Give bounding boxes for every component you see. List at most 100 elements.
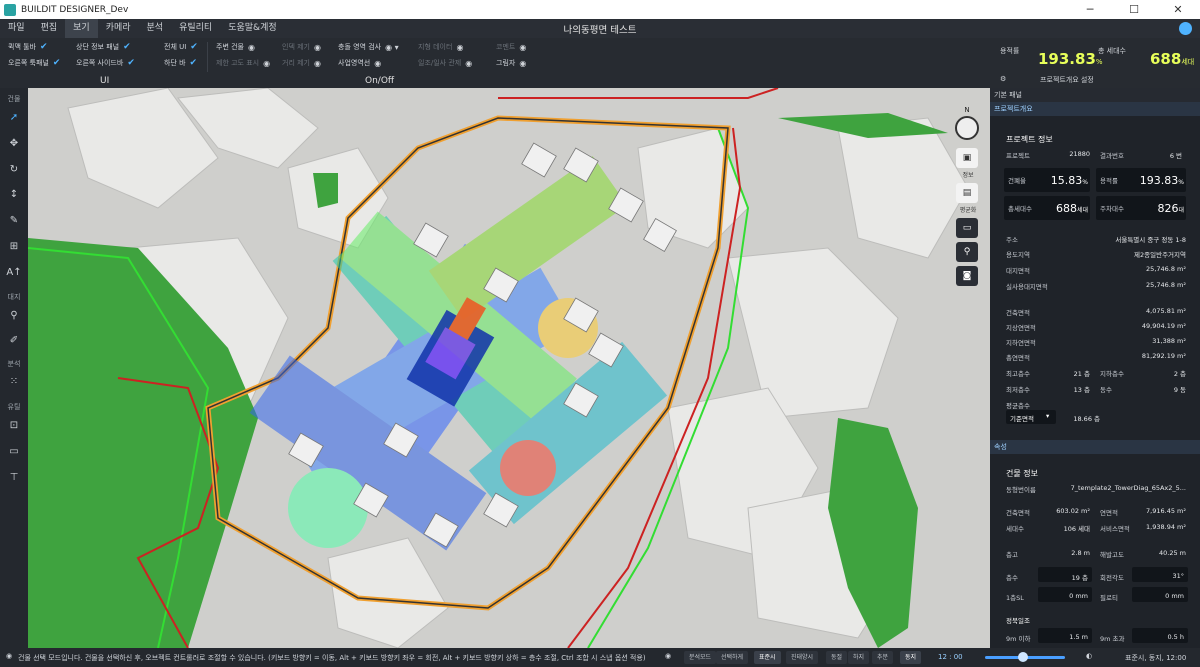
time-slider-handle[interactable] — [1018, 652, 1028, 662]
far-number: 193.83 — [1038, 50, 1096, 68]
toggle-all-ui[interactable]: 전체 UI ✔ — [164, 42, 198, 52]
units-label-panel: 총세대수 — [1008, 205, 1032, 213]
elevation-value: 40.25 m — [1158, 549, 1186, 557]
rotate-icon[interactable]: ↻ — [0, 164, 28, 175]
draw-icon[interactable]: ✎ — [0, 215, 28, 226]
view-tool-label: 정보 — [962, 172, 974, 179]
far-value-panel: 193.83% — [1120, 174, 1184, 187]
brush-icon[interactable]: ✐ — [0, 335, 28, 346]
floor-height-value: 2.8 m — [1071, 549, 1090, 557]
toggle-quick-toolbar[interactable]: 퀵맥 툴바 ✔ — [8, 42, 48, 52]
title-bar: BUILDIT DESIGNER_Dev ─ ☐ ✕ — [0, 0, 1200, 19]
grid-icon[interactable]: ⊡ — [0, 420, 28, 431]
attributes-tab[interactable]: 속성 — [990, 440, 1200, 454]
setback2-label: 9m 초과 — [1100, 635, 1125, 643]
eye-icon[interactable]: ◉ — [665, 652, 671, 660]
basic-panel-label: 기본 패널 — [994, 91, 1022, 99]
camera-view-icon[interactable]: ▣ — [956, 148, 978, 168]
toggle-collision-check[interactable]: 충돌 영역 검사 ◉ ▾ — [338, 42, 399, 52]
avg-floors-label: 평균층수 — [1006, 402, 1030, 410]
autumn-button[interactable]: 추분 — [872, 651, 894, 664]
check-icon: ✔ — [40, 42, 48, 52]
toggle-height-limit[interactable]: 제한 고도 표시 ◉ — [216, 58, 270, 68]
toggle-right-panel[interactable]: 오른쪽 툭패널 ✔ — [8, 58, 60, 68]
compass-icon — [955, 116, 979, 140]
check-icon: ✔ — [189, 58, 198, 68]
winter-solstice-button[interactable]: 동지 — [900, 651, 922, 664]
toggle-comment[interactable]: 코멘트 ◉ — [496, 42, 526, 52]
toggle-right-sidebar[interactable]: 오른쪽 사이드바 ✔ — [76, 58, 135, 68]
compass[interactable]: N — [952, 106, 982, 146]
menu-edit[interactable]: 편집 — [33, 19, 66, 38]
piloti-label: 필로티 — [1100, 594, 1118, 602]
toggle-surrounding-buildings[interactable]: 주변 건물 ◉ — [216, 42, 255, 52]
analysis-mode-button[interactable]: 분석모드 — [684, 651, 717, 664]
toggle-label: 오른쪽 사이드바 — [76, 59, 124, 67]
capture-icon[interactable]: ◙ — [956, 266, 978, 286]
solar-time-button[interactable]: 진태양시 — [786, 651, 819, 664]
toggle-distance[interactable]: 거리 제기 ◉ — [282, 58, 321, 68]
height-icon[interactable]: ↕ — [0, 189, 28, 200]
close-icon[interactable]: ✕ — [1156, 0, 1200, 19]
location-icon[interactable]: ⚲ — [956, 242, 978, 262]
toggle-sunlight[interactable]: 일조/일사 관제 ◉ — [418, 58, 472, 68]
ba-label: 건축면적 — [1006, 509, 1030, 517]
group-label-onoff: On/Off — [365, 76, 395, 86]
measure-icon[interactable]: ▭ — [0, 446, 28, 457]
save-icon[interactable]: ▤ — [956, 183, 978, 203]
menu-file[interactable]: 파일 — [0, 19, 33, 38]
zone-label: 용도지역 — [1006, 251, 1030, 259]
minimize-icon[interactable]: ─ — [1068, 0, 1112, 19]
site-area-label: 대지면적 — [1006, 267, 1030, 275]
ba-value: 603.02 m² — [1056, 507, 1090, 515]
text-icon[interactable]: A↑ — [0, 267, 28, 278]
project-value: 21880 — [1069, 150, 1090, 158]
analysis-icon[interactable]: ⁙ — [0, 376, 28, 387]
toggle-index[interactable]: 인덱 제기 ◉ — [282, 42, 321, 52]
map-viewport[interactable]: N ▣ 정보 ▤ 평균화 ▭ ⚲ ◙ — [28, 88, 990, 648]
standard-time-button[interactable]: 표준시 — [754, 651, 781, 664]
units-value-panel: 688세대 — [1034, 202, 1088, 215]
section-utility: 유틸 — [7, 403, 21, 411]
view-tools: ▣ 정보 ▤ 평균화 ▭ ⚲ ◙ — [956, 148, 980, 290]
bcr-label: 건폐율 — [1008, 177, 1026, 185]
toggle-terrain-data[interactable]: 지형 데이터 ◉ — [418, 42, 463, 52]
user-icon[interactable] — [1179, 22, 1192, 35]
site-icon[interactable]: ⚲ — [0, 310, 28, 321]
selection-button[interactable]: 선택하게 — [716, 651, 749, 664]
ga-label: 연면적 — [1100, 509, 1118, 517]
project-settings-label[interactable]: 프로젝트개요 설정 — [1040, 75, 1094, 85]
menu-camera[interactable]: 카메라 — [98, 19, 139, 38]
project-tab[interactable]: 프로젝트개요 — [990, 102, 1200, 116]
floor-height-label: 층고 — [1006, 551, 1018, 559]
toggle-shadow[interactable]: 그림자 ◉ — [496, 58, 526, 68]
menu-help-account[interactable]: 도움말&계정 — [220, 19, 284, 38]
elevation-label: 해발고도 — [1100, 551, 1124, 559]
add-icon[interactable]: ⊞ — [0, 241, 28, 252]
menu-bar: 파일 편집 보기 카메라 분석 유틸리티 도움말&계정 나의동평면 테스트 — [0, 19, 1200, 38]
toggle-project-boundary[interactable]: 사업영역선 ◉ — [338, 58, 381, 68]
menu-utility[interactable]: 유틸리티 — [171, 19, 220, 38]
rotation-value: 31° — [1172, 572, 1184, 580]
toggle-top-info[interactable]: 상단 정보 패널 ✔ — [76, 42, 131, 52]
screen-icon[interactable]: ▭ — [956, 218, 978, 238]
select-icon[interactable]: ➚ — [0, 112, 28, 123]
toggle-bottom-bar[interactable]: 하단 바 ✔ — [164, 58, 197, 68]
toggle-label: 상단 정보 패널 — [76, 43, 120, 51]
scene-svg — [28, 88, 990, 648]
total-area-value: 81,292.19 m² — [1141, 352, 1186, 360]
maximize-icon[interactable]: ☐ — [1112, 0, 1156, 19]
gear-icon[interactable]: ⚙ — [1000, 75, 1006, 83]
first-sl-value: 0 mm — [1069, 592, 1088, 600]
eye-icon: ◉ — [519, 42, 527, 52]
move-icon[interactable]: ✥ — [0, 138, 28, 149]
summer-button[interactable]: 하지 — [848, 651, 870, 664]
view-ribbon: 퀵맥 툴바 ✔ 상단 정보 패널 ✔ 전체 UI ✔ 오른쪽 툭패널 ✔ 오른쪽 사이드… — [0, 38, 990, 88]
winter-button[interactable]: 동절 — [826, 651, 848, 664]
status-bar: ◉ 건물 선택 모드입니다. 건물을 선택하신 후, 오브젝트 컨트롤러로 조절… — [0, 648, 1200, 667]
stamp-icon[interactable]: ⊤ — [0, 472, 28, 483]
attributes-tab-label: 속성 — [994, 443, 1007, 451]
parking-number: 826 — [1157, 202, 1179, 215]
menu-view[interactable]: 보기 — [65, 19, 98, 38]
menu-analysis[interactable]: 분석 — [139, 19, 172, 38]
